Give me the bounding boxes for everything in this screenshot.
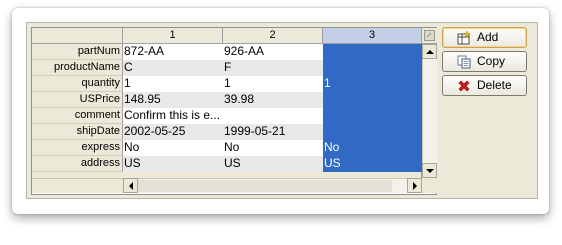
- row-label-express: express: [32, 140, 123, 156]
- grid-corner-header: [32, 28, 123, 44]
- grid-corner-icon: [424, 30, 435, 41]
- row-label-usprice: USPrice: [32, 92, 123, 108]
- arrow-up-icon: [425, 49, 434, 54]
- scroll-right-button[interactable]: [407, 178, 422, 193]
- add-button-label: Add: [477, 30, 499, 44]
- copy-icon: [457, 55, 471, 69]
- arrow-left-icon: [128, 181, 133, 190]
- cell-usprice-3[interactable]: [323, 92, 422, 108]
- scroll-up-button[interactable]: [422, 44, 437, 59]
- cell-address-1[interactable]: US: [123, 156, 223, 172]
- cell-shipdate-3[interactable]: [323, 124, 422, 140]
- data-grid: 1 2 3 partNum 872-AA 926-AA productName …: [31, 27, 437, 195]
- cell-address-2[interactable]: US: [223, 156, 323, 172]
- hscroll-left-pad: [32, 178, 123, 193]
- column-header-1[interactable]: 1: [123, 28, 223, 44]
- cell-quantity-2[interactable]: 1: [223, 76, 323, 92]
- arrow-down-icon: [425, 168, 434, 173]
- cell-comment-2[interactable]: [223, 108, 323, 124]
- grid-options-corner[interactable]: [422, 28, 437, 44]
- cell-usprice-1[interactable]: 148.95: [123, 92, 223, 108]
- table-editor-panel: 1 2 3 partNum 872-AA 926-AA productName …: [26, 22, 538, 199]
- cell-address-3[interactable]: US: [323, 156, 422, 172]
- scroll-left-button[interactable]: [123, 178, 138, 193]
- vertical-scrollbar[interactable]: [422, 44, 437, 178]
- cell-comment-3[interactable]: [323, 108, 422, 124]
- delete-button[interactable]: Delete: [442, 75, 527, 96]
- row-label-address: address: [32, 156, 123, 172]
- cell-productname-2[interactable]: F: [223, 60, 323, 76]
- cell-express-1[interactable]: No: [123, 140, 223, 156]
- cell-express-2[interactable]: No: [223, 140, 323, 156]
- hscroll-thumb[interactable]: [138, 180, 392, 192]
- row-label-quantity: quantity: [32, 76, 123, 92]
- horizontal-scrollbar[interactable]: [123, 178, 422, 193]
- cell-express-3[interactable]: No: [323, 140, 422, 156]
- delete-icon: [457, 79, 471, 93]
- row-label-shipdate: shipDate: [32, 124, 123, 140]
- column-header-3[interactable]: 3: [323, 28, 422, 44]
- copy-button[interactable]: Copy: [442, 51, 527, 72]
- cell-quantity-3[interactable]: 1: [323, 76, 422, 92]
- column-header-2[interactable]: 2: [223, 28, 323, 44]
- cell-shipdate-1[interactable]: 2002-05-25: [123, 124, 223, 140]
- dialog-card: 1 2 3 partNum 872-AA 926-AA productName …: [12, 8, 549, 214]
- cell-quantity-1[interactable]: 1: [123, 76, 223, 92]
- row-label-partnum: partNum: [32, 44, 123, 60]
- cell-partnum-3[interactable]: [323, 44, 422, 60]
- add-icon: [457, 30, 471, 45]
- cell-productname-1[interactable]: C: [123, 60, 223, 76]
- row-label-productname: productName: [32, 60, 123, 76]
- copy-button-label: Copy: [477, 54, 506, 68]
- scrollbar-corner: [422, 178, 437, 193]
- delete-button-label: Delete: [477, 78, 512, 92]
- cell-shipdate-2[interactable]: 1999-05-21: [223, 124, 323, 140]
- cell-productname-3[interactable]: [323, 60, 422, 76]
- add-button[interactable]: Add: [442, 27, 527, 48]
- cell-usprice-2[interactable]: 39.98: [223, 92, 323, 108]
- cell-comment-1[interactable]: Confirm this is e...: [123, 108, 223, 124]
- row-label-comment: comment: [32, 108, 123, 124]
- scroll-down-button[interactable]: [422, 163, 437, 178]
- cell-partnum-1[interactable]: 872-AA: [123, 44, 223, 60]
- arrow-right-icon: [412, 181, 417, 190]
- cell-partnum-2[interactable]: 926-AA: [223, 44, 323, 60]
